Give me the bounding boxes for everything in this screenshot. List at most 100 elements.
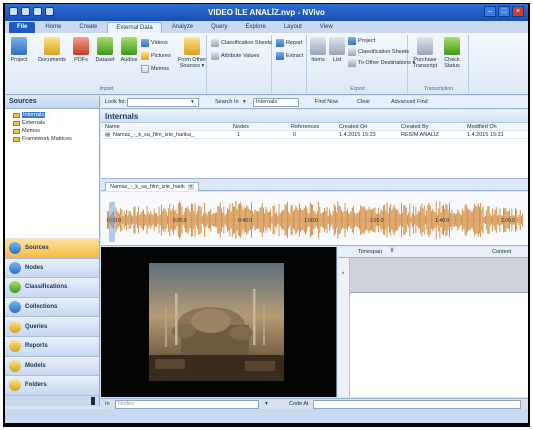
extract-button[interactable]: Extract <box>276 52 303 60</box>
waveform-bar <box>216 212 218 228</box>
purchase-transcript-button[interactable]: Purchase Transcript <box>411 37 439 69</box>
documents-button[interactable]: Documents <box>37 37 67 63</box>
waveform-timeline[interactable]: 0:00.00:20.00:40.01:00.01:20.01:40.02:00… <box>101 192 528 246</box>
report-label: Report <box>286 40 303 46</box>
to-other-destinations-button[interactable]: To Other Destinations ▾ <box>348 59 415 67</box>
column-header-created-on[interactable]: Created On <box>339 124 367 130</box>
tab-create[interactable]: Create <box>71 22 105 33</box>
from-other-sources-button[interactable]: From Other Sources ▾ <box>177 37 207 69</box>
export-classification-sheets-button[interactable]: Classification Sheets <box>348 48 409 56</box>
items-icon <box>310 37 326 55</box>
check-status-button[interactable]: Check Status <box>439 37 465 69</box>
column-header-created-by[interactable]: Created By <box>401 124 429 130</box>
waveform-bar <box>409 203 411 237</box>
tree-item-internals[interactable]: Internals <box>5 111 99 119</box>
find-now-button[interactable]: Find Now <box>315 99 338 105</box>
clear-button[interactable]: Clear <box>357 99 370 105</box>
waveform-bar <box>491 216 492 224</box>
waveform-bar <box>227 207 228 233</box>
maximize-icon[interactable]: □ <box>498 6 510 17</box>
folder-icon <box>13 128 20 134</box>
audios-button[interactable]: Audios <box>117 37 141 63</box>
waveform-bar <box>288 212 290 229</box>
tab-external-data[interactable]: External Data <box>107 22 162 33</box>
waveform-bar <box>295 205 297 235</box>
list-view-title: Internals <box>101 110 528 123</box>
waveform-bar <box>471 211 473 229</box>
tree-item-externals[interactable]: Externals <box>5 119 99 127</box>
memos-button[interactable]: Memos <box>141 65 169 73</box>
tree-item-framework-matrices[interactable]: Framework Matrices <box>5 135 99 143</box>
tab-explore[interactable]: Explore <box>237 22 273 33</box>
waveform-bar <box>225 213 227 227</box>
tab-layout[interactable]: Layout <box>276 22 310 33</box>
media-tab[interactable]: Namaz_-_k_sa_film_izle_harik × <box>105 182 199 191</box>
tree-item-memos[interactable]: Memos <box>5 127 99 135</box>
video-player[interactable] <box>101 247 337 397</box>
tab-analyze[interactable]: Analyze <box>164 22 201 33</box>
column-header-timespan[interactable]: Timespan <box>358 249 382 255</box>
tab-home[interactable]: Home <box>37 22 69 33</box>
search-in-dropdown-icon[interactable]: ▾ <box>243 99 246 105</box>
export-project-icon <box>348 37 356 45</box>
export-project-button[interactable]: Project <box>348 37 375 45</box>
dataset-button[interactable]: Dataset <box>93 37 117 63</box>
look-for-input[interactable] <box>127 98 199 107</box>
nav-nodes[interactable]: Nodes <box>5 258 99 279</box>
close-tab-icon[interactable]: × <box>187 184 194 190</box>
advanced-find-button[interactable]: Advanced Find <box>391 99 428 105</box>
waveform-bar <box>403 205 405 235</box>
waveform-bar <box>158 206 160 234</box>
tab-view[interactable]: View <box>312 22 341 33</box>
column-header-nodes[interactable]: Nodes <box>233 124 249 130</box>
nav-reports[interactable]: Reports <box>5 336 99 357</box>
waveform-bar <box>273 205 275 235</box>
column-header-content[interactable]: Content <box>492 249 511 255</box>
waveform-bar <box>329 208 330 232</box>
column-header-modified-on[interactable]: Modified On <box>467 124 497 130</box>
more-buttons-icon[interactable] <box>91 397 95 405</box>
playhead-marker[interactable] <box>109 202 115 242</box>
timeline-tick-label: 1:00.0 <box>304 218 318 224</box>
waveform-bar <box>401 202 402 238</box>
pictures-button[interactable]: Pictures <box>141 52 171 60</box>
tab-file[interactable]: File <box>9 22 36 33</box>
import-project-button[interactable]: Project <box>7 37 31 63</box>
nav-folders[interactable]: Folders <box>5 376 99 396</box>
export-list-button[interactable]: List <box>328 37 346 63</box>
pdfs-button[interactable]: PDFs <box>69 37 93 63</box>
sources-panel-title: Sources <box>5 96 99 109</box>
waveform-bar <box>319 207 321 233</box>
column-header-references[interactable]: References <box>291 124 319 130</box>
column-header-name[interactable]: Name <box>105 124 120 130</box>
in-dropdown-arrow-icon[interactable]: ▾ <box>265 401 268 407</box>
classification-sheets-import-button[interactable]: Classification Sheets <box>211 39 272 47</box>
close-icon[interactable]: × <box>512 6 524 17</box>
waveform-bar <box>477 203 479 237</box>
waveform-bar <box>423 205 425 235</box>
nav-models[interactable]: Models <box>5 356 99 377</box>
table-row[interactable]: ▤ Namaz_-_k_sa_film_izle_harika_ 1 6 1.4… <box>101 131 528 139</box>
attribute-values-button[interactable]: Attribute Values <box>211 52 259 60</box>
search-in-field[interactable]: Internals <box>253 98 299 107</box>
nav-collections[interactable]: Collections <box>5 297 99 318</box>
export-group: Items List Project Classification Sheets… <box>308 35 415 93</box>
videos-button[interactable]: Videos <box>141 39 168 47</box>
waveform-bar <box>396 209 398 231</box>
filter-icon[interactable]: ⊽ <box>390 248 394 254</box>
nav-sources[interactable]: Sources <box>5 239 99 259</box>
tree-item-label: Internals <box>22 112 46 118</box>
code-at-input[interactable] <box>313 400 521 409</box>
transcript-new-row[interactable] <box>338 258 528 293</box>
nav-queries[interactable]: Queries <box>5 317 99 337</box>
in-dropdown[interactable]: Nodes <box>115 400 259 409</box>
export-items-button[interactable]: Items <box>308 37 328 63</box>
tab-query[interactable]: Query <box>203 22 235 33</box>
waveform-bar <box>481 209 483 231</box>
classification-sheets-label: Classification Sheets <box>221 40 273 46</box>
dropdown-arrow-icon[interactable]: ▾ <box>191 99 194 105</box>
report-button[interactable]: Report <box>276 39 303 47</box>
nav-classifications[interactable]: Classifications <box>5 278 99 298</box>
minimize-icon[interactable]: – <box>484 6 496 17</box>
waveform-bar <box>230 211 232 229</box>
